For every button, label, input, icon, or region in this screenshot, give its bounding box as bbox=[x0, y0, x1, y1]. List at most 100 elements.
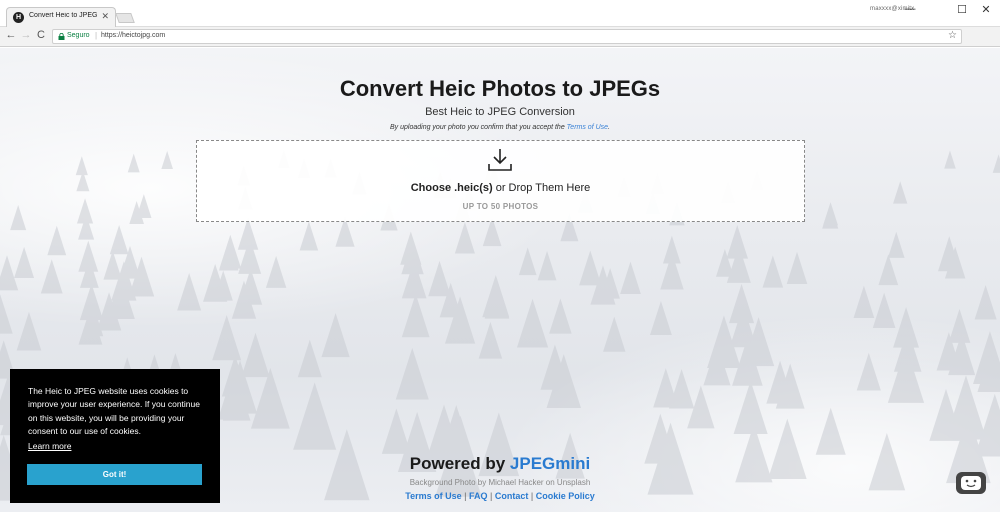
background-tree bbox=[10, 205, 27, 231]
terms-notice: By uploading your photo you confirm that… bbox=[0, 124, 1000, 131]
background-tree bbox=[16, 311, 42, 351]
background-tree bbox=[0, 294, 13, 334]
background-tree bbox=[815, 407, 846, 455]
background-tree bbox=[733, 380, 768, 435]
background-tree bbox=[620, 261, 641, 295]
background-tree bbox=[856, 352, 881, 391]
choose-files-line: Choose .heic(s) or Drop Them Here bbox=[197, 182, 804, 194]
secure-label: Seguro bbox=[67, 32, 90, 39]
background-tree bbox=[40, 259, 63, 294]
background-tree bbox=[887, 346, 925, 403]
minimize-button[interactable]: — bbox=[900, 3, 920, 15]
background-tree bbox=[853, 285, 875, 319]
terms-suffix: . bbox=[608, 124, 610, 131]
background-tree bbox=[887, 231, 905, 258]
tab-close-icon[interactable]: ✕ bbox=[101, 11, 109, 22]
cookie-banner: The Heic to JPEG website uses cookies to… bbox=[10, 369, 220, 503]
background-tree bbox=[893, 181, 908, 204]
upload-limit-label: UP TO 50 PHOTOS bbox=[462, 202, 539, 211]
jpegmini-link[interactable]: JPEGmini bbox=[510, 454, 590, 473]
chat-widget-button[interactable] bbox=[956, 472, 986, 494]
download-icon bbox=[488, 149, 512, 171]
footer-separator: | bbox=[530, 491, 534, 501]
address-bar[interactable]: Seguro | https://heictojpg.com ☆ bbox=[52, 29, 962, 44]
url-text[interactable]: https://heictojpg.com bbox=[101, 32, 165, 39]
background-tree bbox=[872, 292, 896, 329]
site-favicon-icon: H bbox=[13, 12, 24, 23]
footer-link-terms[interactable]: Terms of Use bbox=[405, 491, 461, 501]
background-tree bbox=[948, 308, 971, 343]
background-tree bbox=[47, 225, 67, 256]
background-tree bbox=[103, 250, 122, 280]
background-tree bbox=[878, 254, 899, 286]
background-tree bbox=[395, 347, 429, 400]
back-button[interactable]: ← bbox=[4, 29, 18, 41]
choose-files-button[interactable]: Choose .heic(s) bbox=[411, 182, 493, 194]
footer-link-contact[interactable]: Contact bbox=[495, 491, 529, 501]
terms-prefix: By uploading your photo you confirm that… bbox=[390, 124, 567, 131]
terms-of-use-link[interactable]: Terms of Use bbox=[567, 124, 608, 131]
cookie-learn-more-link[interactable]: Learn more bbox=[28, 441, 71, 451]
new-tab-button[interactable] bbox=[115, 13, 135, 23]
background-tree bbox=[518, 247, 537, 276]
background-tree bbox=[381, 408, 411, 454]
reload-button[interactable]: C bbox=[34, 29, 48, 41]
background-tree bbox=[603, 316, 626, 352]
background-tree bbox=[660, 252, 684, 290]
background-tree bbox=[974, 285, 997, 320]
background-tree bbox=[478, 321, 503, 359]
browser-tab[interactable]: H Convert Heic to JPEG for ✕ bbox=[6, 7, 116, 27]
background-tree bbox=[401, 293, 430, 338]
footer-separator: | bbox=[490, 491, 493, 501]
background-tree bbox=[537, 250, 557, 281]
browser-toolbar: ← → C Seguro | https://heictojpg.com ☆ ◈… bbox=[0, 27, 1000, 68]
background-tree bbox=[653, 368, 679, 408]
background-tree bbox=[762, 255, 784, 288]
page-title: Convert Heic Photos to JPEGs bbox=[339, 76, 661, 101]
background-tree bbox=[265, 255, 287, 288]
background-tree bbox=[212, 314, 242, 361]
maximize-button[interactable]: ☐ bbox=[952, 3, 972, 16]
upload-dropzone[interactable]: Choose .heic(s) or Drop Them Here UP TO … bbox=[196, 140, 805, 222]
background-tree bbox=[127, 153, 140, 173]
page-content: Convert Heic Photos to JPEGs Best Heic t… bbox=[0, 48, 1000, 512]
background-tree bbox=[579, 250, 602, 286]
page-subtitle: Best Heic to JPEG Conversion bbox=[425, 106, 575, 118]
background-tree bbox=[992, 154, 1000, 173]
background-tree bbox=[786, 251, 808, 284]
background-tree bbox=[428, 260, 451, 297]
background-tree bbox=[944, 150, 956, 169]
powered-prefix: Powered by bbox=[409, 454, 510, 473]
forward-button[interactable]: → bbox=[19, 29, 33, 41]
background-tree bbox=[549, 298, 572, 334]
background-tree bbox=[822, 203, 839, 229]
tab-title: Convert Heic to JPEG for bbox=[29, 12, 99, 19]
footer-link-cookie-policy[interactable]: Cookie Policy bbox=[536, 491, 595, 501]
browser-titlebar: H Convert Heic to JPEG for ✕ maxxxx@ximi… bbox=[0, 0, 1000, 27]
background-tree bbox=[75, 156, 88, 176]
chat-face-icon bbox=[961, 476, 981, 490]
background-tree bbox=[109, 224, 129, 255]
footer-separator: | bbox=[464, 491, 467, 501]
cookie-message: The Heic to JPEG website uses cookies to… bbox=[28, 386, 200, 437]
close-window-button[interactable]: ✕ bbox=[976, 3, 996, 16]
background-tree bbox=[136, 194, 152, 219]
background-tree bbox=[161, 150, 173, 170]
cookie-accept-button[interactable]: Got it! bbox=[27, 464, 202, 485]
background-tree bbox=[321, 313, 350, 358]
background-tree bbox=[516, 298, 549, 348]
background-tree bbox=[650, 300, 672, 336]
bookmark-star-icon[interactable]: ☆ bbox=[948, 30, 957, 41]
background-tree bbox=[297, 339, 322, 378]
background-tree bbox=[0, 255, 19, 291]
lock-icon bbox=[58, 33, 65, 40]
background-tree bbox=[454, 222, 475, 254]
url-separator: | bbox=[95, 31, 98, 40]
background-tree bbox=[14, 246, 35, 279]
background-tree bbox=[177, 273, 202, 311]
background-tree bbox=[293, 382, 337, 450]
drop-label: or Drop Them Here bbox=[492, 182, 591, 194]
background-tree bbox=[241, 332, 270, 378]
footer-link-faq[interactable]: FAQ bbox=[469, 491, 488, 501]
background-tree bbox=[299, 221, 319, 251]
